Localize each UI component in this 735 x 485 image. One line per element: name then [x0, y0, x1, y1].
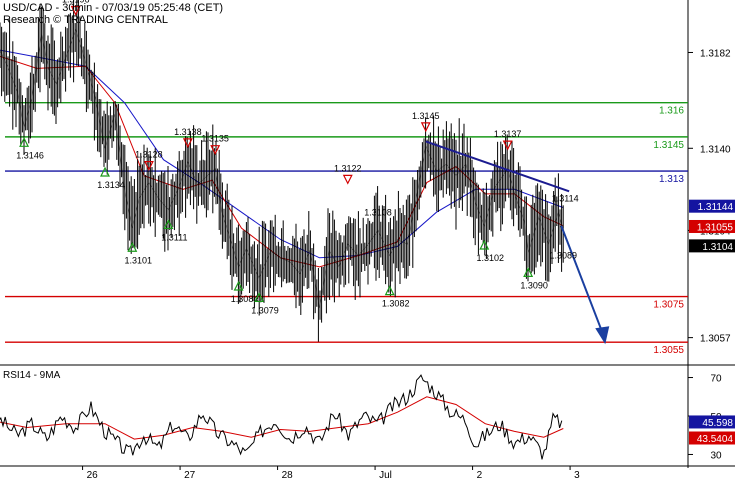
value-label: 1.3089	[549, 251, 577, 261]
pivot-high-label: 1.3135	[201, 134, 229, 144]
price-tick-label: 1.3057	[700, 334, 731, 345]
level-label: 1.313	[659, 174, 684, 185]
level-label: 1.3075	[653, 300, 684, 311]
pivot-high-label: 1.3145	[412, 111, 440, 121]
current-pivot-tag: 1.31144	[698, 202, 734, 213]
pivot-high-label: 1.3128	[135, 150, 163, 160]
rsi-title: RSI14 - 9MA	[3, 370, 61, 381]
price-tick-label: 1.3182	[700, 48, 731, 59]
level-label: 1.3145	[653, 140, 684, 151]
level-label: 1.316	[659, 106, 684, 117]
level-label: 1.3055	[653, 345, 684, 356]
pivot-low-label: 1.3090	[520, 280, 548, 290]
time-tick-label: 3	[574, 470, 580, 480]
pivot-low-label: 1.3102	[477, 253, 505, 263]
pivot-low-label: 1.3101	[125, 255, 153, 265]
time-tick-label: 2	[477, 470, 483, 480]
pivot-low-label: 1.3082	[382, 299, 410, 309]
chart-title: USD/CAD - 30min - 07/03/19 05:25:48 (CET…	[3, 2, 223, 14]
price-chart: 1.3161.31451.3131.30751.3055 1.31961.314…	[0, 0, 735, 481]
time-tick-label: Jul	[379, 470, 392, 480]
time-tick-label: 26	[87, 470, 99, 480]
rsi-tick-label: 30	[710, 450, 722, 461]
pivot-high-label: 1.3122	[334, 163, 362, 173]
current-rsi_ma-tag: 43.5404	[697, 434, 734, 445]
pivot-low-label: 1.3079	[251, 305, 279, 315]
pivot-low-label: 1.3134	[97, 180, 125, 190]
pivot-high-label: 1.3138	[174, 127, 202, 137]
current-resistance-tag: 1.31055	[697, 222, 734, 233]
chart-source: Research © TRADING CENTRAL	[3, 14, 168, 26]
pivot-low-label: 1.3146	[16, 150, 44, 160]
current-rsi-tag: 45.598	[702, 418, 733, 429]
time-tick-label: 27	[184, 470, 196, 480]
time-tick-label: 28	[282, 470, 294, 480]
value-label: 1.3114	[552, 194, 579, 204]
chart-stage: 1.3161.31451.3131.30751.3055 1.31961.314…	[0, 0, 735, 481]
pivot-low-label: 1.3111	[161, 232, 187, 242]
pivot-low-label: 1.3084	[231, 294, 259, 304]
rsi-tick-label: 70	[710, 374, 722, 385]
price-tick-label: 1.3140	[700, 144, 731, 155]
current-price-tag: 1.3104	[702, 242, 733, 253]
pivot-high-label: 1.3137	[494, 129, 522, 139]
value-label: 1.3108	[364, 207, 392, 217]
